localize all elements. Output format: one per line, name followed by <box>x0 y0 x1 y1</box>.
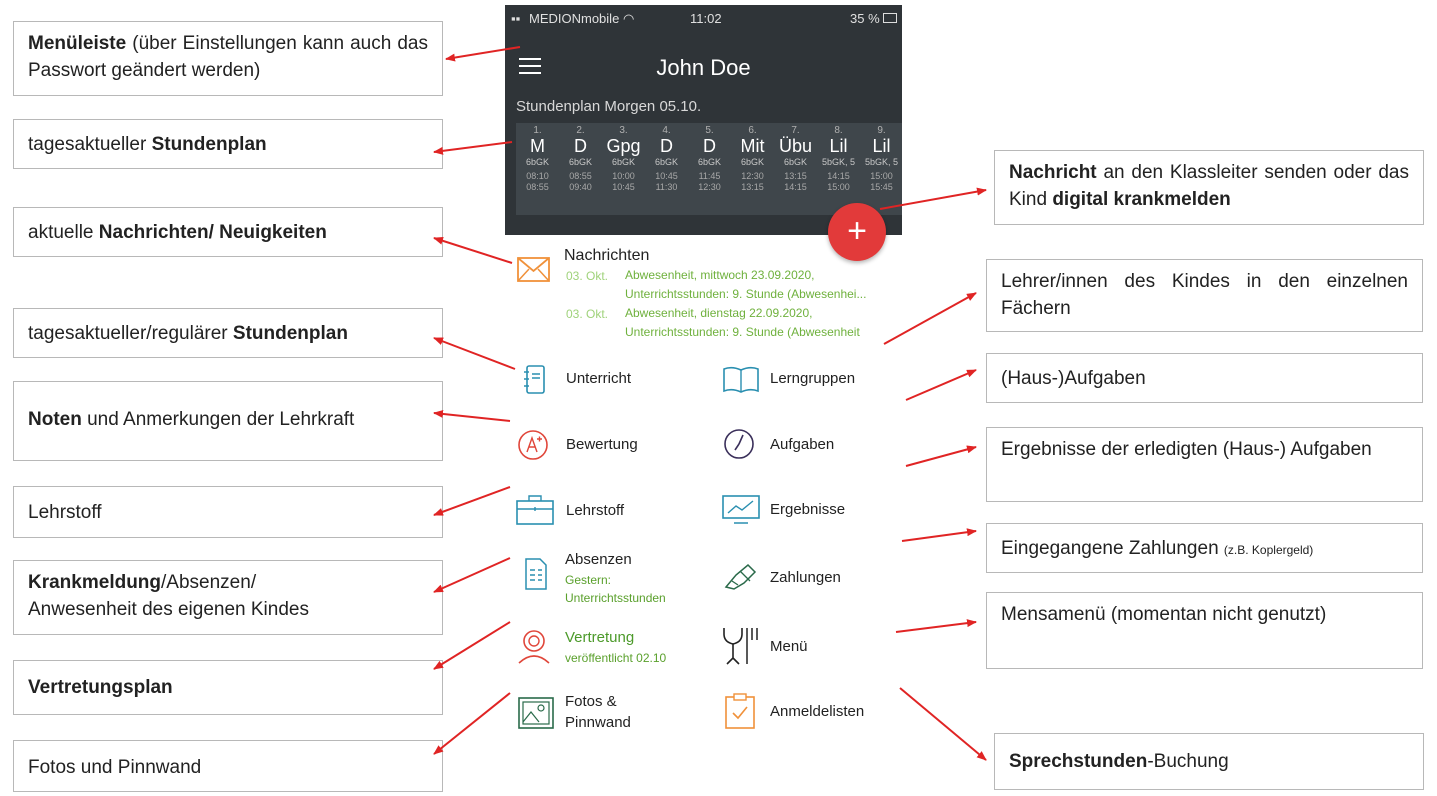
arrow-noten <box>433 409 511 422</box>
arrow-vertretungsplan <box>433 621 511 670</box>
arrow-stundenplan <box>433 141 513 155</box>
arrow-sprechstunden <box>899 687 987 761</box>
arrow-menuleiste <box>445 46 521 62</box>
annotation-arrows <box>433 46 987 761</box>
arrow-fotos <box>433 692 511 755</box>
arrow-aufgaben <box>905 369 977 401</box>
arrow-ergebnisse <box>905 445 977 467</box>
arrow-krankmeldung <box>433 557 511 593</box>
arrow-zahlungen <box>901 528 977 542</box>
arrow-nachricht <box>879 187 987 210</box>
arrow-nachrichten <box>433 236 513 264</box>
arrow-mensa <box>895 619 977 633</box>
arrow-lehrstoff <box>433 486 511 516</box>
arrow-regulaer <box>433 337 516 370</box>
arrow-lehrer <box>883 292 977 345</box>
